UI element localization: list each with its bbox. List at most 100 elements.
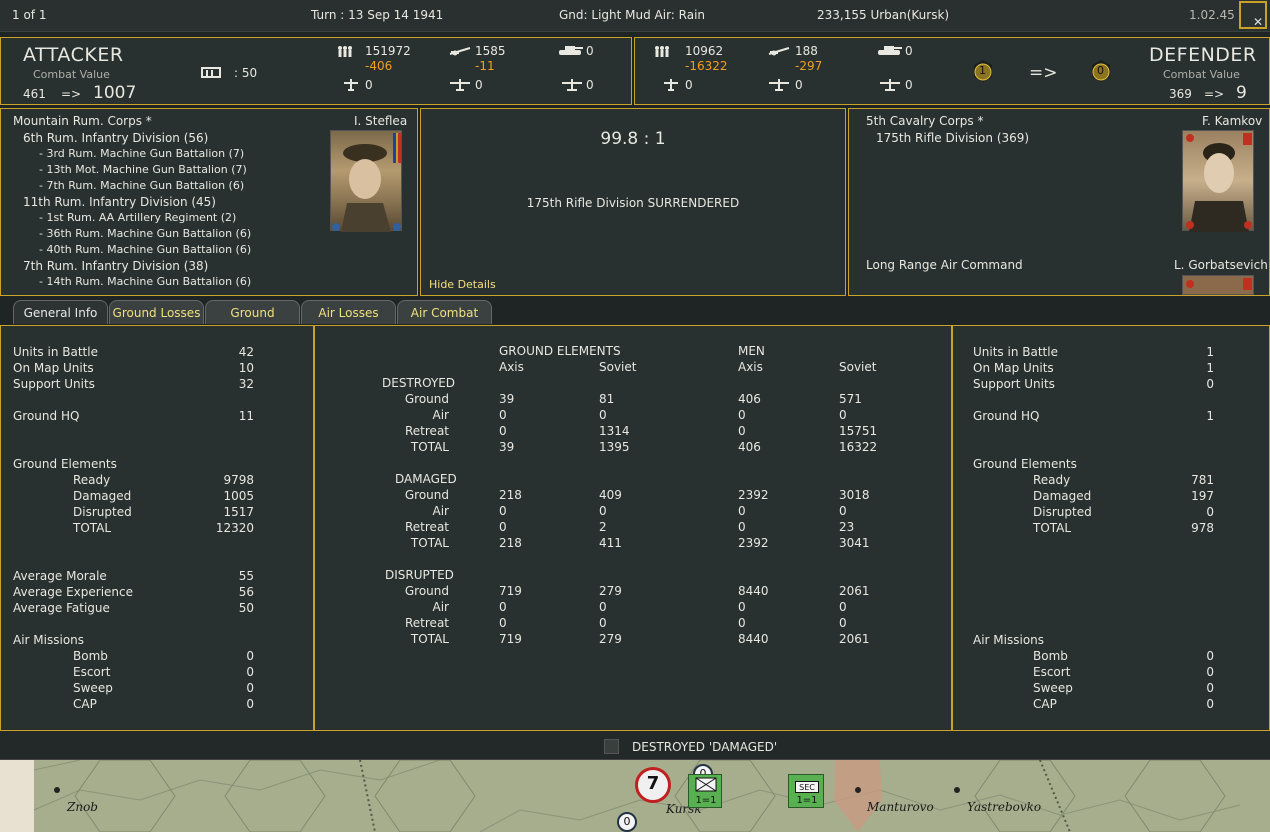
stat-label: Average Fatigue [13,601,110,615]
losses-cell: 0 [839,504,847,518]
losses-cell: 8440 [738,584,769,598]
stat-label: Ready [1033,473,1071,487]
subheader-soviet-ge: Soviet [599,360,637,374]
losses-row-label: TOTAL [410,632,449,646]
losses-cell: 1395 [599,440,630,454]
losses-cell: 0 [738,600,746,614]
destroyed-damaged-label: DESTROYED 'DAMAGED' [632,740,778,754]
stat-label: Sweep [1033,681,1073,695]
attacker-stats-panel: Units in Battle 42 On Map Units 10 Support U… [0,325,314,731]
defender-men-loss: -16322 [685,59,728,73]
stat-value: 0 [1206,697,1214,711]
defender-air-commander[interactable]: L. Gorbatsevich [1174,258,1268,272]
defender-commander[interactable]: F. Kamkov [1202,114,1262,128]
fort-level-from-icon: 1 [972,59,994,83]
attacker-attached-unit[interactable]: - 40th Rum. Machine Gun Battalion (6) [39,243,251,256]
stat-value: 0 [246,665,254,679]
tab-general-info[interactable]: General Info [13,300,108,324]
attacker-men: 151972 [365,44,411,58]
stat-value: 1517 [223,505,254,519]
defender-air-hq[interactable]: Long Range Air Command [866,258,1023,272]
losses-row-label: Ground [404,488,449,502]
attacker-attached-unit[interactable]: - 13th Mot. Machine Gun Battalion (7) [39,163,247,176]
tab-air-combat[interactable]: Air Combat [397,300,492,324]
stat-value: 55 [238,569,254,583]
map-strip[interactable]: Znob Kursk Manturovo Yastrebovko 7 0 0 1… [0,760,1270,832]
unit-counter-security[interactable]: SEC 1=1 [788,774,824,808]
losses-cell: 0 [499,616,507,630]
losses-cell: 0 [499,408,507,422]
attacker-division[interactable]: 6th Rum. Infantry Division (56) [23,131,208,145]
attacker-cv-to: 1007 [93,83,137,103]
stat-value: 0 [246,697,254,711]
stat-value: 9798 [223,473,254,487]
attacker-men-loss: -406 [365,59,393,73]
losses-cell: 2392 [738,488,769,502]
losses-cell: 411 [599,536,622,550]
losses-cell: 0 [738,504,746,518]
fort-to: 0 [1097,64,1104,77]
losses-cell: 719 [499,584,522,598]
stat-label: Ground HQ [973,409,1040,423]
attacker-attached-unit[interactable]: - 3rd Rum. Machine Gun Battalion (7) [39,147,244,160]
destroyed-damaged-checkbox[interactable] [604,739,619,754]
attacker-fighters: 0 [365,78,373,92]
losses-row-label: Retreat [405,424,449,438]
header-ground-elements: GROUND ELEMENTS [499,344,621,358]
stat-label: Air Missions [13,633,85,647]
attacker-division[interactable]: 11th Rum. Infantry Division (45) [23,195,216,209]
attacker-attached-unit[interactable]: - 36th Rum. Machine Gun Battalion (6) [39,227,251,240]
attacker-cv-label: Combat Value [33,68,110,81]
defender-cv-to: 9 [1236,83,1247,103]
losses-cell: 0 [599,408,607,422]
attacker-commander[interactable]: I. Steflea [354,114,407,128]
attacker-commander-portrait [330,130,402,232]
stat-label: Damaged [73,489,132,503]
stat-value: 11 [238,409,254,423]
unit-counter-zero-2[interactable]: 0 [617,812,637,832]
stat-value: 0 [1206,665,1214,679]
tab-air-losses[interactable]: Air Losses [301,300,396,324]
losses-cell: 0 [839,408,847,422]
losses-cell: 279 [599,632,622,646]
attacker-attached-unit[interactable]: - 1st Rum. AA Artillery Regiment (2) [39,211,236,224]
losses-cell: 0 [839,616,847,630]
stat-label: Ground Elements [973,457,1077,471]
attacker-attached-unit[interactable]: - 7th Rum. Machine Gun Battalion (6) [39,179,244,192]
stat-value: 978 [1191,521,1214,535]
losses-section-title: DESTROYED [382,376,456,390]
map-label-manturovo: Manturovo [867,800,934,814]
losses-cell: 1314 [599,424,630,438]
hide-details-link[interactable]: Hide Details [429,278,496,291]
attacker-division[interactable]: 7th Rum. Infantry Division (38) [23,259,208,273]
stat-value: 0 [1206,681,1214,695]
stat-label: Units in Battle [13,345,98,359]
subheader-axis-ge: Axis [499,360,524,374]
stat-label: TOTAL [1033,521,1072,535]
unit-counter-seven[interactable]: 7 [635,767,671,803]
bomber-icon [449,78,471,92]
losses-cell: 0 [839,600,847,614]
unit-counter-infantry[interactable]: 1=1 [688,774,722,808]
stat-value: 1005 [223,489,254,503]
losses-cell: 571 [839,392,862,406]
defender-hq-name[interactable]: 5th Cavalry Corps * [866,114,983,128]
defender-unit[interactable]: 175th Rifle Division (369) [876,131,1029,145]
footer-bar: DESTROYED 'DAMAGED' [0,731,1270,760]
attacker-attached-unit[interactable]: - 14th Rum. Machine Gun Battalion (6) [39,275,251,288]
stat-value: 197 [1191,489,1214,503]
infantry-icon [654,45,670,57]
combat-odds: 99.8 : 1 [600,129,666,149]
losses-cell: 2061 [839,632,870,646]
counter-sec-strength: 1=1 [796,795,818,806]
stat-label: Escort [73,665,111,679]
defender-cv-from: 369 [1169,87,1192,101]
tab-ground-losses[interactable]: Ground Losses [109,300,204,324]
losses-cell: 406 [738,440,761,454]
stat-label: Average Experience [13,585,134,599]
attacker-hq-name[interactable]: Mountain Rum. Corps * [13,114,152,128]
close-button[interactable]: ✕ [1239,1,1267,29]
losses-section-title: DISRUPTED [385,568,454,582]
tab-ground-combat[interactable]: Ground Combat [205,300,300,344]
fort-arrow: => [1029,63,1058,83]
